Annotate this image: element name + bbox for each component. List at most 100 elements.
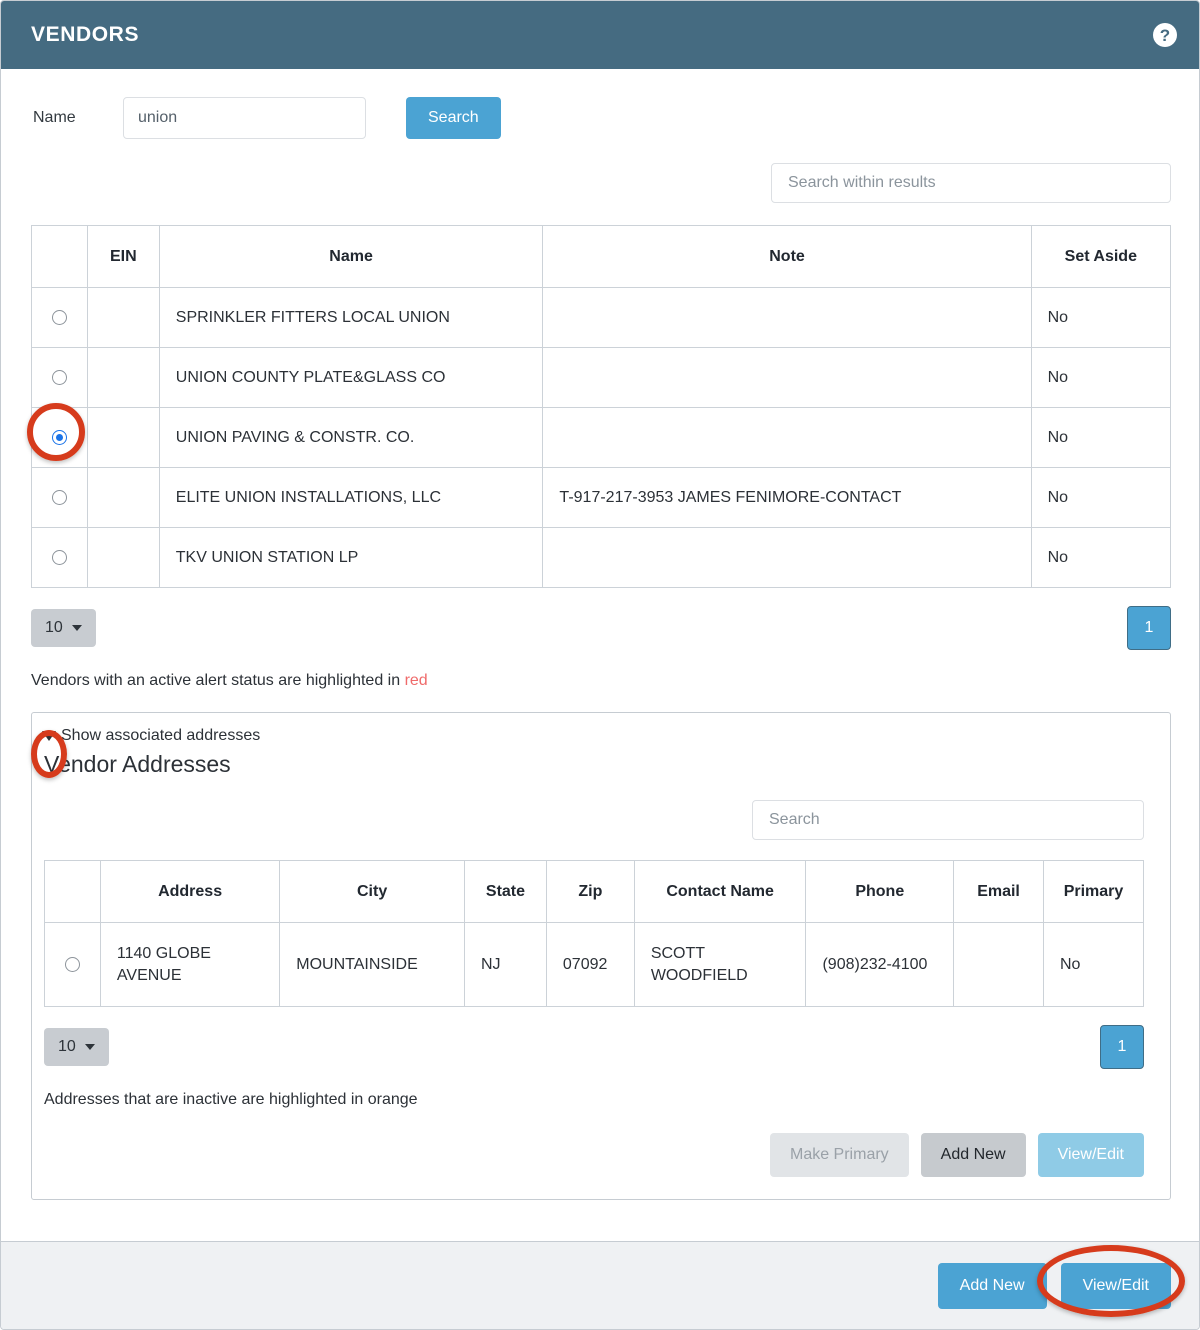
vendors-pager-row: 10 1 bbox=[1, 588, 1199, 650]
addresses-pager-row: 10 1 bbox=[32, 1007, 1170, 1069]
address-row-zip: 07092 bbox=[545, 922, 635, 1007]
chevron-down-icon bbox=[84, 1044, 95, 1050]
vendors-table-wrap: EIN Name Note Set Aside SPRINKLER FITTER… bbox=[1, 203, 1199, 588]
row-select-cell[interactable] bbox=[31, 467, 88, 528]
vendors-legend-text: Vendors with an active alert status are … bbox=[31, 672, 405, 689]
search-button[interactable]: Search bbox=[406, 97, 501, 139]
window-titlebar: VENDORS ? bbox=[1, 1, 1199, 69]
addresses-col-primary: Primary bbox=[1042, 860, 1145, 923]
vendor-radio[interactable] bbox=[51, 549, 67, 565]
addresses-col-phone: Phone bbox=[805, 860, 955, 923]
row-select-cell[interactable] bbox=[31, 407, 88, 468]
row-name: UNION COUNTY PLATE&GLASS CO bbox=[158, 347, 544, 408]
vendor-radio[interactable] bbox=[51, 369, 67, 385]
row-ein bbox=[86, 467, 160, 528]
vendor-radio-selected[interactable] bbox=[51, 429, 67, 445]
show-associated-addresses-label[interactable]: Show associated addresses bbox=[61, 727, 260, 745]
page-title: VENDORS bbox=[31, 23, 140, 46]
vendors-window: VENDORS ? Name Search bbox=[0, 0, 1200, 1330]
name-label: Name bbox=[33, 109, 76, 126]
address-row-state: NJ bbox=[464, 922, 547, 1007]
row-ein bbox=[86, 527, 160, 588]
help-circle-icon[interactable]: ? bbox=[1153, 23, 1177, 47]
addresses-disclosure-row[interactable]: Show associated addresses bbox=[32, 713, 1170, 745]
table-row[interactable]: 1140 GLOBE AVENUE MOUNTAINSIDE NJ 07092 … bbox=[44, 922, 1145, 1007]
make-primary-button[interactable]: Make Primary bbox=[769, 1133, 909, 1177]
addresses-col-select bbox=[44, 860, 101, 923]
vendor-addresses-panel: Show associated addresses Vendor Address… bbox=[31, 712, 1171, 1200]
table-row[interactable]: UNION PAVING & CONSTR. CO. No bbox=[31, 407, 1172, 468]
row-set-aside: No bbox=[1030, 287, 1172, 348]
row-set-aside: No bbox=[1030, 347, 1172, 408]
row-select-cell[interactable] bbox=[31, 287, 88, 348]
vendors-col-set-aside: Set Aside bbox=[1030, 225, 1172, 288]
vendors-legend: Vendors with an active alert status are … bbox=[1, 650, 1199, 690]
screenshot-root: VENDORS ? Name Search bbox=[0, 0, 1200, 1330]
row-set-aside: No bbox=[1030, 407, 1172, 468]
addresses-search-wrap bbox=[32, 778, 1170, 840]
addresses-header-row: Address City State Zip Contact Name Phon… bbox=[44, 860, 1145, 923]
vendors-legend-highlight: red bbox=[404, 672, 428, 689]
addresses-actions: Make Primary Add New View/Edit bbox=[32, 1109, 1170, 1177]
address-row-city: MOUNTAINSIDE bbox=[279, 922, 465, 1007]
address-row-primary: No bbox=[1042, 922, 1145, 1007]
address-row-contact-name: SCOTT WOODFIELD bbox=[633, 922, 807, 1007]
row-select-cell[interactable] bbox=[31, 347, 88, 408]
vendors-table: EIN Name Note Set Aside SPRINKLER FITTER… bbox=[31, 225, 1172, 588]
addresses-page-size-select[interactable]: 10 bbox=[44, 1028, 109, 1066]
vendors-table-head: EIN Name Note Set Aside bbox=[31, 225, 1172, 288]
name-search-input[interactable] bbox=[123, 97, 366, 139]
addresses-table-head: Address City State Zip Contact Name Phon… bbox=[44, 860, 1145, 923]
table-row[interactable]: TKV UNION STATION LP No bbox=[31, 527, 1172, 588]
vendor-search-row: Name Search bbox=[1, 69, 1199, 139]
addresses-table-body: 1140 GLOBE AVENUE MOUNTAINSIDE NJ 07092 … bbox=[44, 922, 1145, 1007]
addresses-table-wrap: Address City State Zip Contact Name Phon… bbox=[32, 840, 1170, 1007]
add-new-button[interactable]: Add New bbox=[937, 1262, 1047, 1309]
vendors-page-1-button[interactable]: 1 bbox=[1127, 606, 1171, 650]
address-view-edit-button[interactable]: View/Edit bbox=[1037, 1133, 1144, 1177]
vendors-table-body: SPRINKLER FITTERS LOCAL UNION No UNION C… bbox=[31, 287, 1172, 588]
addresses-page-size-value: 10 bbox=[58, 1038, 76, 1055]
table-row[interactable]: SPRINKLER FITTERS LOCAL UNION No bbox=[31, 287, 1172, 348]
vendor-radio[interactable] bbox=[51, 489, 67, 505]
vendors-page-size-select[interactable]: 10 bbox=[31, 609, 96, 647]
address-add-new-button[interactable]: Add New bbox=[920, 1133, 1026, 1177]
triangle-down-icon[interactable] bbox=[42, 731, 56, 741]
addresses-legend-highlight: orange bbox=[367, 1091, 418, 1108]
vendors-header-row: EIN Name Note Set Aside bbox=[31, 225, 1172, 288]
vendor-addresses-title: Vendor Addresses bbox=[44, 751, 231, 777]
addresses-legend-text: Addresses that are inactive are highligh… bbox=[44, 1091, 368, 1108]
addresses-col-state: State bbox=[464, 860, 547, 923]
address-radio[interactable] bbox=[64, 956, 80, 972]
vendors-page-size-value: 10 bbox=[45, 619, 63, 636]
row-note bbox=[542, 527, 1032, 588]
search-button-wrap: Search bbox=[406, 97, 501, 139]
addresses-col-city: City bbox=[279, 860, 465, 923]
search-within-results-input[interactable] bbox=[771, 163, 1171, 203]
addresses-search-input[interactable] bbox=[752, 800, 1144, 840]
row-name: TKV UNION STATION LP bbox=[158, 527, 544, 588]
row-note: T-917-217-3953 JAMES FENIMORE-CONTACT bbox=[542, 467, 1032, 528]
vendors-col-ein: EIN bbox=[86, 225, 160, 288]
window-footer: Add New View/Edit bbox=[1, 1241, 1199, 1329]
addresses-col-zip: Zip bbox=[545, 860, 635, 923]
address-row-select-cell[interactable] bbox=[44, 922, 101, 1007]
vendors-col-name: Name bbox=[158, 225, 544, 288]
addresses-table: Address City State Zip Contact Name Phon… bbox=[44, 860, 1145, 1007]
address-row-address: 1140 GLOBE AVENUE bbox=[99, 922, 281, 1007]
table-row[interactable]: UNION COUNTY PLATE&GLASS CO No bbox=[31, 347, 1172, 408]
addresses-col-address: Address bbox=[99, 860, 281, 923]
row-set-aside: No bbox=[1030, 467, 1172, 528]
view-edit-button[interactable]: View/Edit bbox=[1060, 1262, 1171, 1309]
window-body: Name Search EIN Name bbox=[1, 69, 1199, 1243]
row-select-cell[interactable] bbox=[31, 527, 88, 588]
addresses-col-email: Email bbox=[953, 860, 1044, 923]
row-note bbox=[542, 347, 1032, 408]
vendor-radio[interactable] bbox=[51, 309, 67, 325]
table-row[interactable]: ELITE UNION INSTALLATIONS, LLC T-917-217… bbox=[31, 467, 1172, 528]
row-set-aside: No bbox=[1030, 527, 1172, 588]
addresses-page-1-button[interactable]: 1 bbox=[1100, 1025, 1144, 1069]
addresses-legend: Addresses that are inactive are highligh… bbox=[32, 1069, 1170, 1109]
search-within-results-wrap bbox=[1, 139, 1199, 203]
row-ein bbox=[86, 287, 160, 348]
